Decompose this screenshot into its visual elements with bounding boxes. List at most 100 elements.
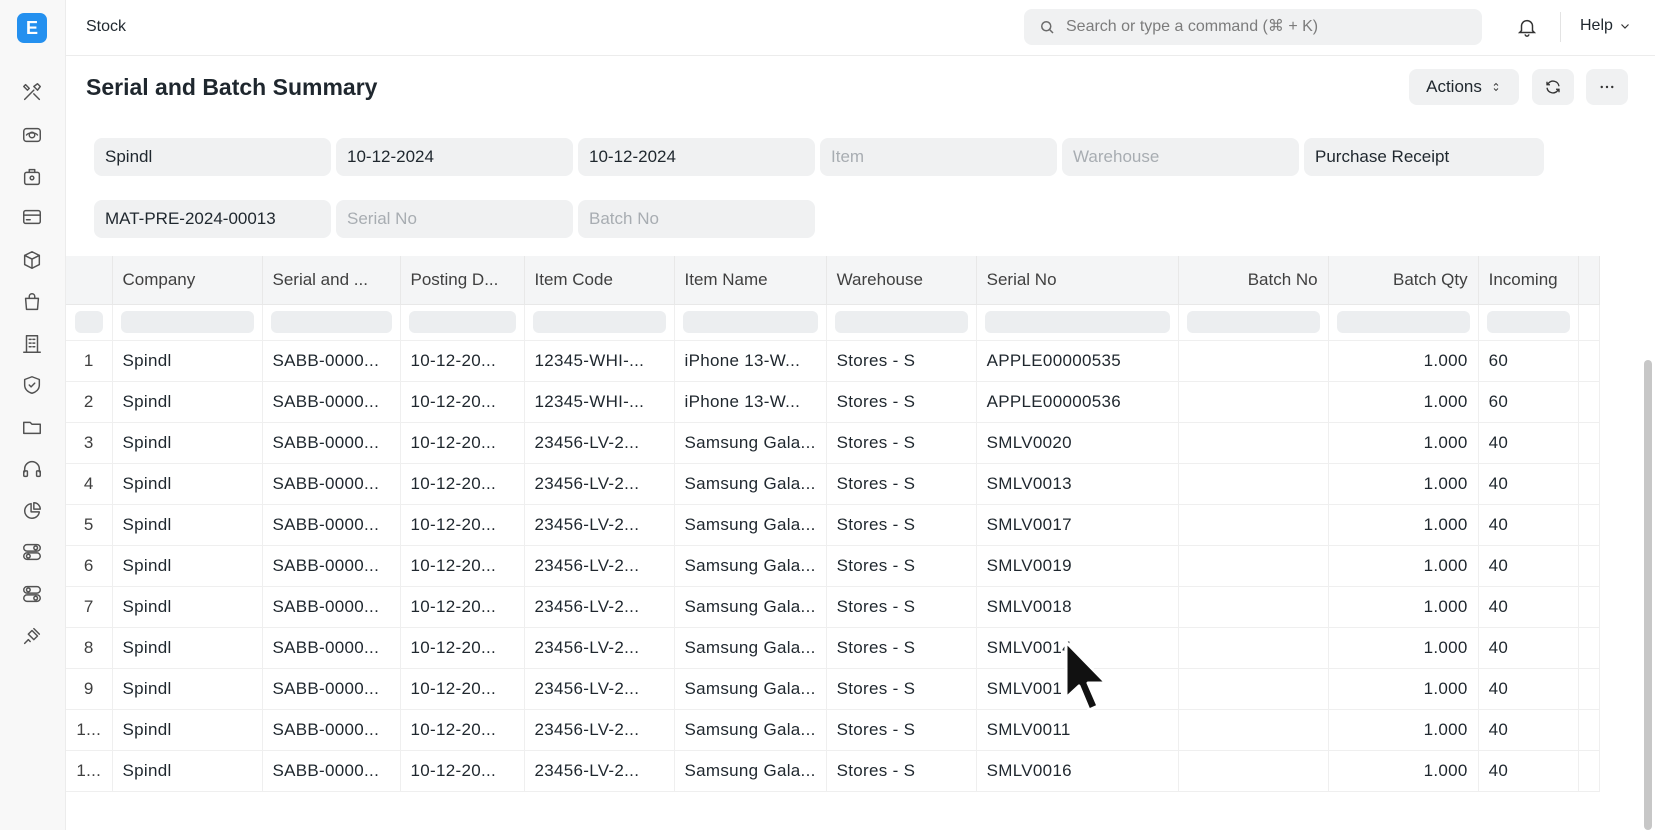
serial-batch-bundle-cell[interactable]: SABB-0000... [262,668,401,710]
serial-batch-bundle-cell[interactable]: SABB-0000... [262,463,401,505]
column-header[interactable]: Batch Qty [1328,256,1479,305]
posting-date-cell[interactable]: 10-12-20... [400,627,525,669]
column-filter-cell[interactable] [1478,304,1579,341]
column-filter-cell[interactable] [400,304,525,341]
batch-no-cell[interactable] [1178,750,1329,792]
column-filter-cell[interactable] [1328,304,1479,341]
actions-button[interactable]: Actions [1409,69,1519,105]
batch-no-cell[interactable] [1178,545,1329,587]
column-header[interactable]: Serial and ... [262,256,401,305]
batch-no-cell[interactable] [1178,709,1329,751]
bell-icon[interactable] [1516,16,1538,38]
voucher-type-filter[interactable]: Purchase Receipt [1304,138,1544,176]
company-cell[interactable]: Spindl [112,750,263,792]
posting-date-cell[interactable]: 10-12-20... [400,381,525,423]
column-filter-cell[interactable] [1178,304,1329,341]
app-logo[interactable]: E [17,13,47,43]
incoming-rate-cell[interactable]: 60 [1478,340,1579,382]
posting-date-cell[interactable]: 10-12-20... [400,504,525,546]
serial-no-cell[interactable]: SMLV0019 [976,545,1179,587]
warehouse-cell[interactable]: Stores - S [826,545,977,587]
serial-batch-bundle-cell[interactable]: SABB-0000... [262,422,401,464]
serial-batch-bundle-cell[interactable]: SABB-0000... [262,709,401,751]
incoming-rate-cell[interactable]: 40 [1478,709,1579,751]
item-code-cell[interactable]: 12345-WHI-... [524,340,675,382]
incoming-rate-cell[interactable]: 40 [1478,504,1579,546]
table-row[interactable]: 9 Spindl SABB-0000... 10-12-20... 23456-LV-2… [66,668,1600,710]
tools-icon[interactable] [20,80,44,104]
warehouse-cell[interactable]: Stores - S [826,381,977,423]
column-header[interactable]: Item Code [524,256,675,305]
company-cell[interactable]: Spindl [112,586,263,628]
item-name-cell[interactable]: iPhone 13-W... [674,340,827,382]
company-filter[interactable]: Spindl [94,138,331,176]
company-cell[interactable]: Spindl [112,422,263,464]
serial-no-cell[interactable]: SMLV0013 [976,463,1179,505]
item-code-cell[interactable]: 23456-LV-2... [524,504,675,546]
shield-icon[interactable] [20,373,44,397]
batch-qty-cell[interactable]: 1.000 [1328,668,1479,710]
table-row[interactable]: 2 Spindl SABB-0000... 10-12-20... 12345-WHI-… [66,381,1600,423]
serial-batch-bundle-cell[interactable]: SABB-0000... [262,545,401,587]
batch-qty-cell[interactable]: 1.000 [1328,381,1479,423]
item-name-cell[interactable]: iPhone 13-W... [674,381,827,423]
batch-qty-cell[interactable]: 1.000 [1328,586,1479,628]
item-name-cell[interactable]: Samsung Gala... [674,586,827,628]
posting-date-cell[interactable]: 10-12-20... [400,586,525,628]
incoming-rate-cell[interactable]: 40 [1478,586,1579,628]
posting-date-cell[interactable]: 10-12-20... [400,340,525,382]
serial-batch-bundle-cell[interactable]: SABB-0000... [262,586,401,628]
incoming-rate-cell[interactable]: 40 [1478,750,1579,792]
item-name-cell[interactable]: Samsung Gala... [674,668,827,710]
item-code-cell[interactable]: 23456-LV-2... [524,545,675,587]
item-code-cell[interactable]: 23456-LV-2... [524,586,675,628]
serial-no-cell[interactable]: SMLV0016 [976,750,1179,792]
cube-icon[interactable] [20,248,44,272]
table-row[interactable]: 1... Spindl SABB-0000... 10-12-20... 23456-L… [66,750,1600,792]
toggle-alt-icon[interactable] [20,582,44,606]
item-code-cell[interactable]: 23456-LV-2... [524,422,675,464]
warehouse-cell[interactable]: Stores - S [826,504,977,546]
voucher-no-filter[interactable]: MAT-PRE-2024-00013 [94,200,331,238]
column-filter-cell[interactable] [826,304,977,341]
serial-batch-bundle-cell[interactable]: SABB-0000... [262,627,401,669]
batch-qty-cell[interactable]: 1.000 [1328,627,1479,669]
refresh-button[interactable] [1532,69,1574,105]
incoming-rate-cell[interactable]: 40 [1478,463,1579,505]
serial-batch-bundle-cell[interactable]: SABB-0000... [262,750,401,792]
serial-batch-bundle-cell[interactable]: SABB-0000... [262,504,401,546]
serial-no-cell[interactable]: APPLE00000535 [976,340,1179,382]
company-cell[interactable]: Spindl [112,504,263,546]
item-name-cell[interactable]: Samsung Gala... [674,545,827,587]
batch-no-cell[interactable] [1178,463,1329,505]
column-header[interactable]: Incoming [1478,256,1579,305]
item-name-cell[interactable]: Samsung Gala... [674,627,827,669]
company-cell[interactable]: Spindl [112,709,263,751]
batch-no-cell[interactable] [1178,340,1329,382]
headset-icon[interactable] [20,457,44,481]
column-header[interactable]: Warehouse [826,256,977,305]
table-row[interactable]: 4 Spindl SABB-0000... 10-12-20... 23456-LV-2… [66,463,1600,505]
posting-date-cell[interactable]: 10-12-20... [400,463,525,505]
warehouse-cell[interactable]: Stores - S [826,668,977,710]
item-name-cell[interactable]: Samsung Gala... [674,504,827,546]
plug-icon[interactable] [20,624,44,648]
bag-icon[interactable] [20,290,44,314]
serial-no-cell[interactable]: SMLV0020 [976,422,1179,464]
company-cell[interactable]: Spindl [112,381,263,423]
column-header[interactable]: Item Name [674,256,827,305]
item-code-cell[interactable]: 12345-WHI-... [524,381,675,423]
company-cell[interactable]: Spindl [112,463,263,505]
serial-no-cell[interactable]: APPLE00000536 [976,381,1179,423]
table-row[interactable]: 7 Spindl SABB-0000... 10-12-20... 23456-LV-2… [66,586,1600,628]
warehouse-cell[interactable]: Stores - S [826,340,977,382]
posting-date-cell[interactable]: 10-12-20... [400,750,525,792]
vertical-scrollbar[interactable] [1644,360,1652,830]
batch-qty-cell[interactable]: 1.000 [1328,422,1479,464]
breadcrumb[interactable]: Stock [86,18,126,36]
column-filter-cell[interactable] [112,304,263,341]
incoming-rate-cell[interactable]: 40 [1478,545,1579,587]
column-filter-cell[interactable] [66,304,113,341]
item-code-cell[interactable]: 23456-LV-2... [524,750,675,792]
item-code-cell[interactable]: 23456-LV-2... [524,709,675,751]
